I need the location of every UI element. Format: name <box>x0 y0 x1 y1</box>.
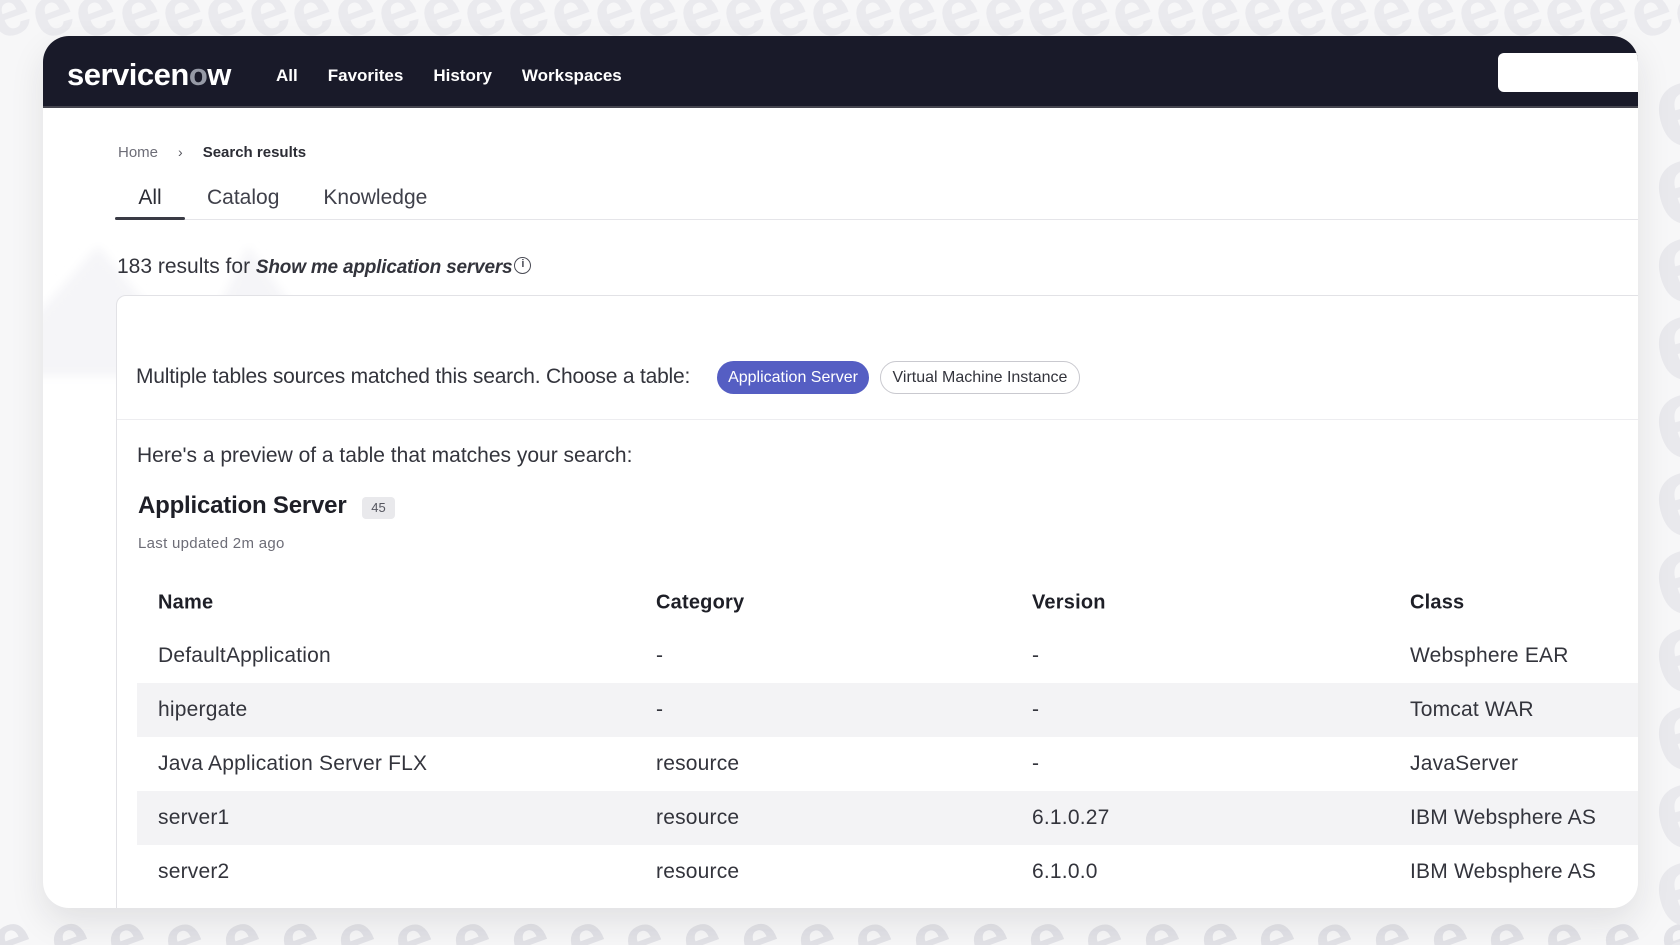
svg-text:e: e <box>0 260 4 363</box>
svg-text:e: e <box>0 175 4 278</box>
svg-text:e: e <box>0 430 4 533</box>
svg-text:e: e <box>0 515 4 618</box>
svg-text:e: e <box>0 600 4 703</box>
svg-text:e: e <box>0 685 4 788</box>
svg-text:e: e <box>0 896 42 945</box>
svg-text:e: e <box>0 90 4 193</box>
svg-text:e: e <box>0 770 4 873</box>
svg-text:e: e <box>0 345 4 448</box>
